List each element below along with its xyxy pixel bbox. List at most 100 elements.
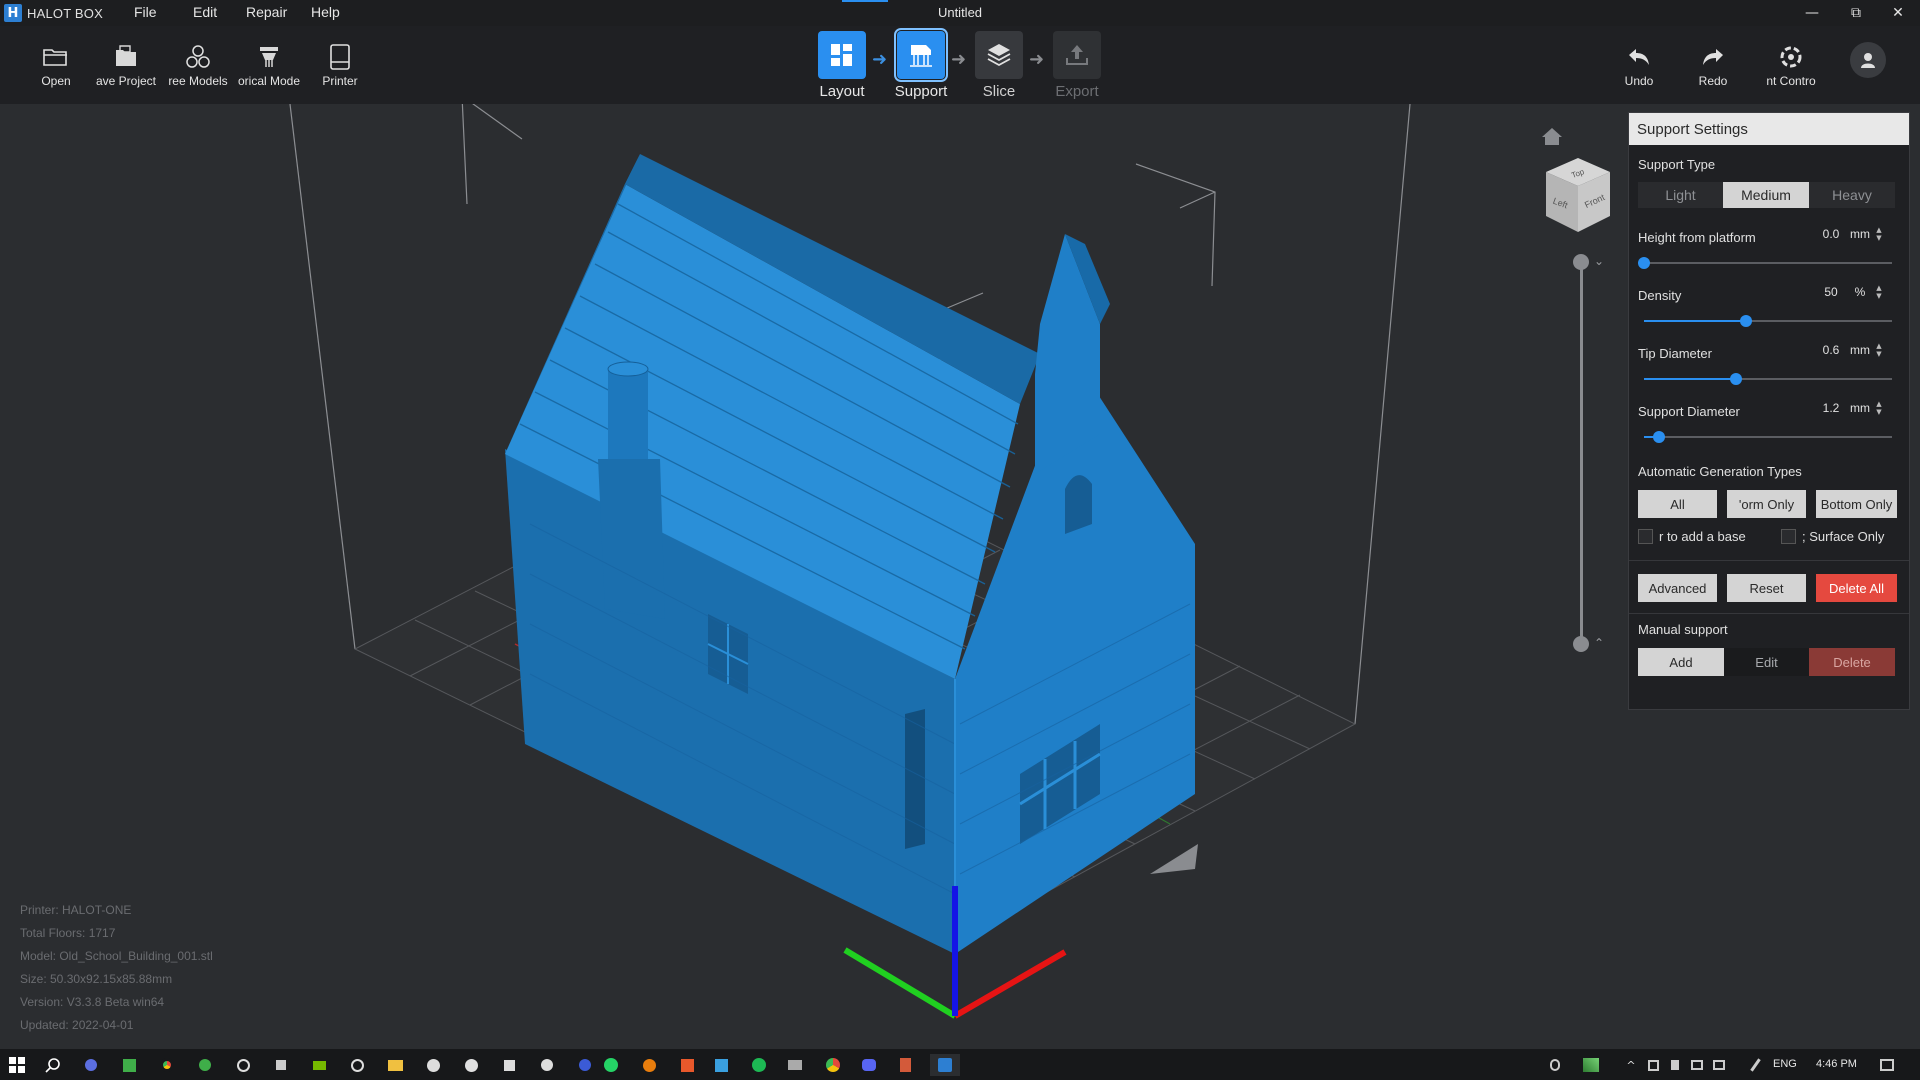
taskbar-app-icon[interactable] [422,1054,444,1076]
step-export[interactable]: Export [1045,31,1109,100]
delete-all-button[interactable]: Delete All [1816,574,1897,602]
taskbar-app-icon[interactable] [118,1054,140,1076]
chrome-icon[interactable] [822,1054,844,1076]
view-cube[interactable]: Top Left Front [1540,154,1616,241]
user-avatar-icon[interactable] [1850,42,1886,78]
layer-slider-top-handle[interactable] [1573,254,1589,270]
height-slider[interactable] [1638,257,1892,269]
taskbar-app-icon[interactable] [270,1054,292,1076]
historical-models-button[interactable]: orical Mode [233,42,305,88]
slider-knob[interactable] [1729,373,1742,385]
taskbar-app-icon[interactable] [894,1054,916,1076]
minimize-button[interactable]: — [1790,0,1834,26]
tip-diameter-field[interactable]: 0.6 mm ▲ ▼ [1816,342,1884,358]
tray-language[interactable]: ENG [1773,1058,1797,1070]
support-diameter-slider[interactable] [1644,431,1892,443]
auto-gen-all-button[interactable]: All [1638,490,1717,518]
tray-clock[interactable]: 4:46 PM [1816,1058,1857,1070]
tray-person-icon[interactable] [1544,1054,1566,1076]
layer-slider[interactable]: ⌄ ⌃ [1572,254,1604,654]
menu-help[interactable]: Help [311,4,340,20]
taskbar-app-icon[interactable] [194,1054,216,1076]
support-type-medium[interactable]: Medium [1723,182,1809,208]
3d-viewport[interactable]: Printer: HALOT-ONE Total Floors: 1717 Mo… [0,104,1920,1049]
chrome-icon[interactable] [156,1054,178,1076]
taskbar-app-icon[interactable] [346,1054,368,1076]
taskbar-app-icon[interactable] [460,1054,482,1076]
taskbar-app-icon[interactable] [80,1054,102,1076]
close-button[interactable]: ✕ [1876,0,1920,26]
manual-delete-button[interactable]: Delete [1809,648,1895,676]
taskbar-app-icon[interactable] [676,1054,698,1076]
discord-icon[interactable] [858,1054,880,1076]
density-slider[interactable] [1644,315,1892,327]
undo-button[interactable]: Undo [1604,42,1674,88]
menu-edit[interactable]: Edit [193,4,217,20]
taskbar-app-icon[interactable] [308,1054,330,1076]
step-layout[interactable]: Layout [810,31,874,100]
taskbar-app-icon[interactable] [574,1054,596,1076]
manual-add-button[interactable]: Add [1638,648,1724,676]
taskbar-app-icon[interactable] [536,1054,558,1076]
tip-diameter-slider[interactable] [1644,373,1892,385]
model-info: Printer: HALOT-ONE Total Floors: 1717 Mo… [20,899,213,1037]
tray-app-icon[interactable] [1708,1054,1730,1076]
density-value[interactable]: 50 [1816,285,1846,299]
chevron-up-icon[interactable]: ⌃ [1594,636,1604,650]
open-button[interactable]: Open [20,42,92,88]
slider-knob[interactable] [1652,431,1665,443]
slider-knob[interactable] [1739,315,1752,327]
whatsapp-icon[interactable] [600,1054,622,1076]
blender-icon[interactable] [638,1054,660,1076]
taskbar-app-icon[interactable] [232,1054,254,1076]
auto-gen-platform-only-button[interactable]: 'orm Only [1727,490,1806,518]
step-slice[interactable]: Slice [967,31,1031,100]
tip-diameter-value[interactable]: 0.6 [1816,343,1846,357]
slider-knob[interactable] [1638,257,1650,269]
layer-slider-bottom-handle[interactable] [1573,636,1589,652]
taskbar-app-icon[interactable] [784,1054,806,1076]
windows-start-icon[interactable] [6,1054,28,1076]
menu-file[interactable]: File [134,4,157,20]
tray-chevron-up-icon[interactable]: ^ [1620,1054,1642,1076]
support-diameter-value[interactable]: 1.2 [1816,401,1846,415]
menu-repair[interactable]: Repair [246,4,287,20]
print-control-button[interactable]: nt Contro [1756,42,1826,88]
support-type-light[interactable]: Light [1638,182,1723,208]
add-base-checkbox[interactable] [1638,529,1653,544]
taskbar-app-icon[interactable] [498,1054,520,1076]
redo-button[interactable]: Redo [1678,42,1748,88]
height-field[interactable]: 0.0 mm ▲ ▼ [1816,226,1884,242]
reset-button[interactable]: Reset [1727,574,1806,602]
density-field[interactable]: 50 % ▲ ▼ [1816,284,1884,300]
spinner-icon[interactable]: ▲ ▼ [1874,342,1884,358]
surface-only-checkbox[interactable] [1781,529,1796,544]
taskbar-app-icon[interactable] [710,1054,732,1076]
tray-pen-icon[interactable] [1744,1054,1766,1076]
file-explorer-icon[interactable] [384,1054,406,1076]
manual-edit-button[interactable]: Edit [1724,648,1809,676]
tray-app-icon[interactable] [1686,1054,1708,1076]
tray-app-icon[interactable] [1642,1054,1664,1076]
save-project-button[interactable]: ave Project [90,42,162,88]
spinner-icon[interactable]: ▲ ▼ [1874,400,1884,416]
search-icon[interactable] [42,1054,64,1076]
spotify-icon[interactable] [748,1054,770,1076]
free-models-button[interactable]: ree Models [162,42,234,88]
tray-network-graph-icon[interactable] [1580,1054,1602,1076]
spinner-icon[interactable]: ▲ ▼ [1874,284,1884,300]
restore-button[interactable]: ⧉ [1834,0,1878,26]
volume-icon[interactable] [1664,1054,1686,1076]
height-value[interactable]: 0.0 [1816,227,1846,241]
advanced-button[interactable]: Advanced [1638,574,1717,602]
home-view-icon[interactable] [1540,126,1564,151]
printer-button[interactable]: Printer [304,42,376,88]
support-diameter-field[interactable]: 1.2 mm ▲ ▼ [1816,400,1884,416]
chevron-down-icon[interactable]: ⌄ [1594,254,1604,268]
step-support[interactable]: Support [889,28,953,100]
halot-box-taskbar-icon[interactable] [930,1054,960,1076]
auto-gen-bottom-only-button[interactable]: Bottom Only [1816,490,1897,518]
spinner-icon[interactable]: ▲ ▼ [1874,226,1884,242]
notification-icon[interactable] [1876,1054,1898,1076]
support-type-heavy[interactable]: Heavy [1809,182,1895,208]
